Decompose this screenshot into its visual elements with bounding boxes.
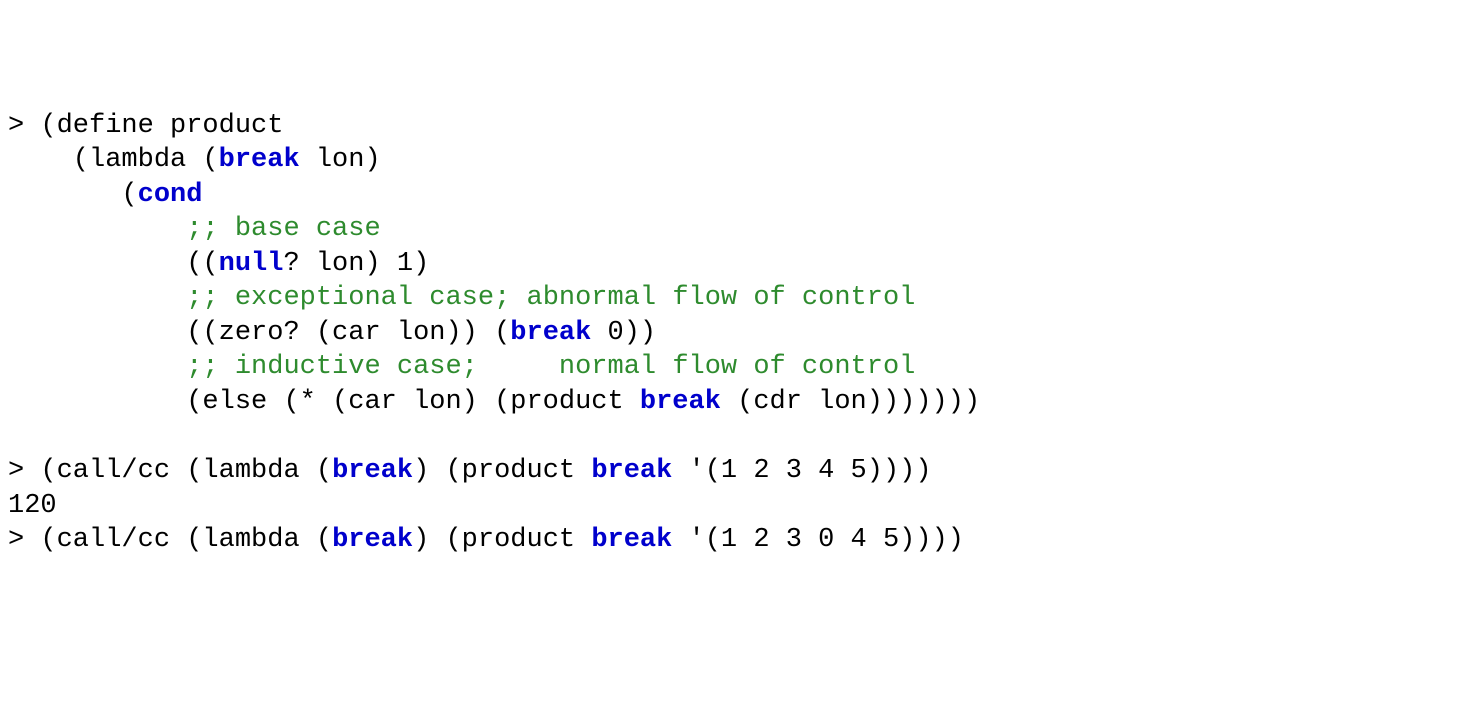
txt: '(1 2 3 0 4 5))))	[672, 525, 964, 555]
line: (lambda (break lon)	[8, 145, 381, 175]
txt: '(1 2 3 4 5))))	[672, 456, 931, 486]
keyword-cond: cond	[138, 180, 203, 210]
txt: > (call/cc (lambda (	[8, 525, 332, 555]
txt	[8, 283, 186, 313]
line: ;; base case	[8, 214, 381, 244]
txt	[8, 352, 186, 382]
line: ;; inductive case; normal flow of contro…	[8, 352, 915, 382]
txt: ((	[8, 249, 219, 279]
line: > (define product	[8, 111, 283, 141]
txt	[8, 214, 186, 244]
txt: ) (product	[413, 525, 591, 555]
code-block: > (define product (lambda (break lon) (c…	[8, 109, 1462, 558]
txt: ? lon) 1)	[283, 249, 429, 279]
line: ;; exceptional case; abnormal flow of co…	[8, 283, 915, 313]
txt: (else (* (car lon) (product	[8, 387, 640, 417]
txt: (lambda (	[8, 145, 219, 175]
comment: ;; base case	[186, 214, 380, 244]
txt: > (call/cc (lambda (	[8, 456, 332, 486]
keyword-break: break	[219, 145, 300, 175]
line: > (call/cc (lambda (break) (product brea…	[8, 525, 964, 555]
comment: ;; exceptional case; abnormal flow of co…	[186, 283, 915, 313]
keyword-break: break	[640, 387, 721, 417]
line: ((null? lon) 1)	[8, 249, 429, 279]
txt: ) (product	[413, 456, 591, 486]
keyword-break: break	[332, 456, 413, 486]
line: (cond	[8, 180, 202, 210]
txt: (	[8, 180, 138, 210]
keyword-break: break	[510, 318, 591, 348]
txt: lon)	[300, 145, 381, 175]
comment: ;; inductive case; normal flow of contro…	[186, 352, 915, 382]
txt: > (define product	[8, 111, 283, 141]
keyword-null: null	[219, 249, 284, 279]
keyword-break: break	[332, 525, 413, 555]
keyword-break: break	[591, 525, 672, 555]
keyword-break: break	[591, 456, 672, 486]
txt: ((zero? (car lon)) (	[8, 318, 510, 348]
line-output: 120	[8, 491, 57, 521]
line: (else (* (car lon) (product break (cdr l…	[8, 387, 980, 417]
txt: (cdr lon)))))))	[721, 387, 980, 417]
line: > (call/cc (lambda (break) (product brea…	[8, 456, 932, 486]
line: ((zero? (car lon)) (break 0))	[8, 318, 656, 348]
txt: 0))	[591, 318, 656, 348]
